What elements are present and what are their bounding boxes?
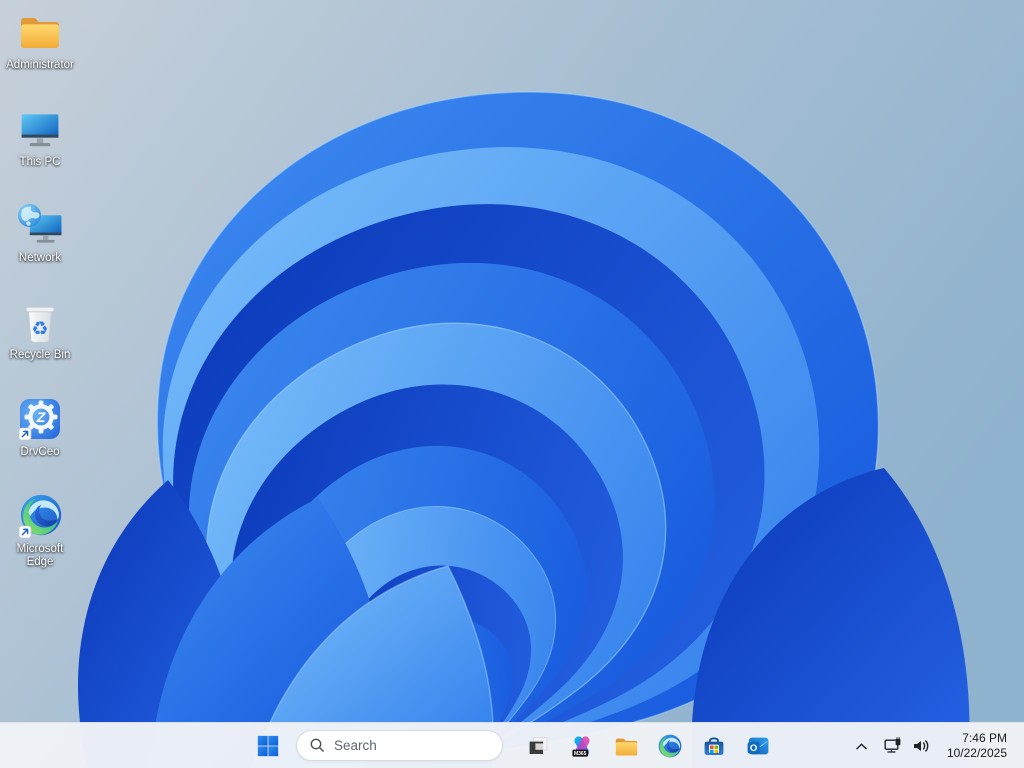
svg-text:♻: ♻ bbox=[31, 318, 48, 340]
folder-icon bbox=[16, 8, 64, 56]
tray-show-hidden-icons-button[interactable] bbox=[846, 731, 876, 761]
search-input[interactable]: Search bbox=[296, 730, 503, 761]
search-icon bbox=[310, 738, 324, 752]
tray-system-icons[interactable] bbox=[877, 729, 937, 763]
tray-date: 10/22/2025 bbox=[946, 745, 1007, 760]
desktop-icon-this-pc[interactable]: This PC bbox=[1, 105, 79, 169]
taskbar-apps: M365 O bbox=[518, 726, 778, 766]
network-icon bbox=[16, 201, 64, 249]
svg-text:O: O bbox=[750, 743, 757, 754]
edge-logo-icon bbox=[16, 492, 64, 540]
ethernet-network-icon bbox=[884, 737, 901, 753]
tray-clock[interactable]: 7:46 PM 10/22/2025 bbox=[937, 723, 1024, 768]
desktops-icon bbox=[529, 737, 548, 754]
svg-text:M365: M365 bbox=[574, 751, 587, 757]
taskbar: Search M365 O 7:46 PM 10/22/2025 bbox=[0, 722, 1024, 768]
taskbar-app-outlook[interactable]: O bbox=[738, 726, 778, 766]
svg-text:Z: Z bbox=[36, 409, 46, 425]
drvceo-gear-icon: Z bbox=[16, 395, 64, 443]
windows-logo-icon bbox=[257, 735, 279, 757]
desktop-icon-label: DrvCeo bbox=[20, 446, 60, 458]
taskbar-app-file-explorer[interactable] bbox=[606, 726, 646, 766]
taskbar-app-m365-copilot[interactable]: M365 bbox=[562, 726, 602, 766]
desktop-icon-label: This PC bbox=[19, 156, 61, 168]
volume-icon bbox=[914, 740, 929, 752]
desktop-icon-microsoft-edge[interactable]: Microsoft Edge bbox=[1, 492, 79, 569]
chevron-up-icon bbox=[855, 743, 867, 749]
taskbar-app-desktops[interactable] bbox=[518, 726, 558, 766]
start-button[interactable] bbox=[248, 726, 288, 766]
taskbar-app-microsoft-store[interactable] bbox=[694, 726, 734, 766]
edge-logo-icon bbox=[658, 734, 682, 758]
m365-copilot-icon: M365 bbox=[572, 736, 590, 757]
taskbar-app-edge[interactable] bbox=[650, 726, 690, 766]
desktop-icon-label: Microsoft Edge bbox=[16, 543, 64, 568]
recycle-bin-icon: ♻ bbox=[16, 298, 64, 346]
wallpaper-bloom bbox=[0, 0, 1024, 768]
desktop-icon-drvceo[interactable]: Z DrvCeo bbox=[1, 395, 79, 459]
microsoft-store-icon bbox=[704, 737, 724, 755]
search-placeholder: Search bbox=[334, 738, 377, 753]
desktop-icon-label: Recycle Bin bbox=[9, 349, 71, 361]
computer-icon bbox=[16, 105, 64, 153]
desktop-icon-label: Administrator bbox=[6, 59, 74, 71]
desktop-icon-administrator[interactable]: Administrator bbox=[1, 8, 79, 72]
desktop-icon-recycle-bin[interactable]: ♻ Recycle Bin bbox=[1, 298, 79, 362]
desktop: Administrator This PC Network ♻ Recycle … bbox=[0, 0, 1024, 768]
tray-time: 7:46 PM bbox=[962, 730, 1007, 745]
outlook-icon: O bbox=[747, 737, 769, 755]
file-explorer-icon bbox=[615, 738, 637, 755]
desktop-icon-label: Network bbox=[18, 252, 62, 264]
desktop-icon-network[interactable]: Network bbox=[1, 201, 79, 265]
